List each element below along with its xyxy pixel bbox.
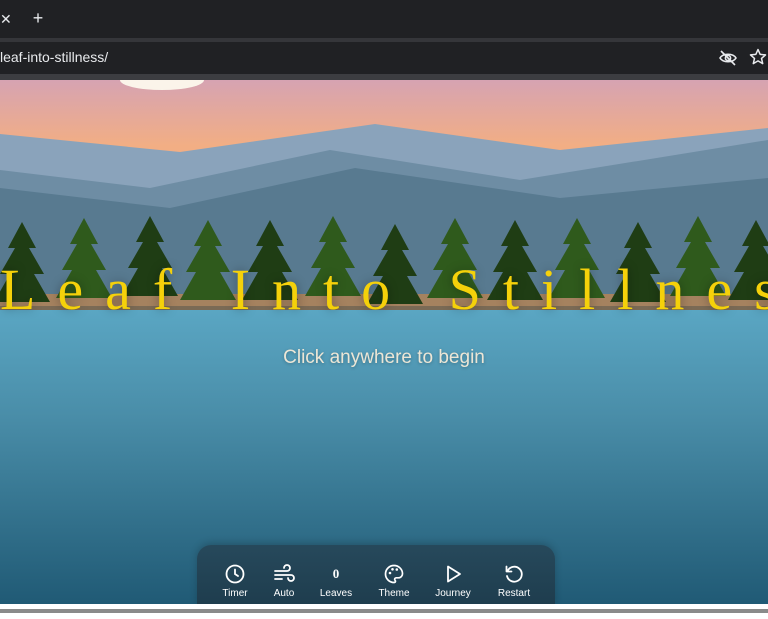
close-tab-icon[interactable]: ✕ <box>0 9 12 29</box>
restart-icon <box>505 565 523 583</box>
clock-icon <box>225 564 245 584</box>
palette-icon <box>384 564 404 584</box>
auto-label: Auto <box>273 588 295 599</box>
page-canvas[interactable]: Leaf Into Stillness Click anywhere to be… <box>0 80 768 604</box>
horizontal-scrollbar[interactable] <box>0 609 768 613</box>
url-text[interactable]: leaf-into-stillness/ <box>0 49 108 65</box>
browser-toolbar: leaf-into-stillness/ <box>0 38 768 76</box>
eye-off-icon[interactable] <box>719 50 737 66</box>
page-title: Leaf Into Stillness <box>0 257 768 322</box>
play-icon <box>447 565 461 583</box>
landscape-scene <box>0 80 768 604</box>
address-bar[interactable]: leaf-into-stillness/ <box>0 42 768 74</box>
auto-button[interactable]: Auto <box>259 563 309 604</box>
leaves-count: 0 <box>332 566 340 581</box>
leaves-counter[interactable]: 0 Leaves <box>311 563 361 604</box>
restart-label: Restart <box>497 588 531 599</box>
wind-icon <box>274 564 295 582</box>
star-icon[interactable] <box>749 48 767 66</box>
timer-label: Timer <box>222 588 248 599</box>
tab-bar: ✕ + <box>0 0 768 38</box>
timer-button[interactable]: Timer <box>210 563 260 604</box>
theme-label: Theme <box>378 588 410 599</box>
start-prompt[interactable]: Click anywhere to begin <box>0 346 768 370</box>
restart-button[interactable]: Restart <box>489 563 539 604</box>
theme-button[interactable]: Theme <box>369 563 419 604</box>
leaves-label: Leaves <box>319 588 353 599</box>
journey-button[interactable]: Journey <box>428 563 478 604</box>
journey-label: Journey <box>435 588 471 599</box>
control-bar: Timer Auto 0 Leaves Theme Journey Restar… <box>197 545 555 604</box>
new-tab-button[interactable]: + <box>30 7 46 29</box>
